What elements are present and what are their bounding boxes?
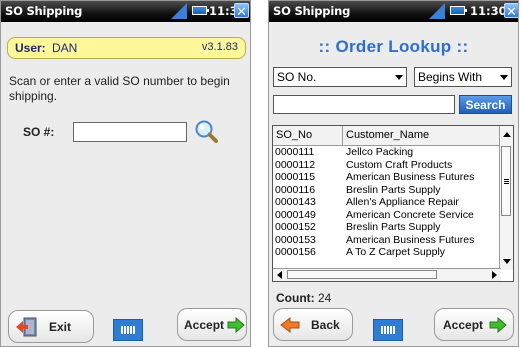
results-grid: SO_No Customer_Name 0000111 Jellco Packin… [272, 125, 514, 282]
table-row[interactable]: 0000116 Breslin Parts Supply [273, 184, 501, 197]
shipping-screen: SO Shipping 11:30 ✕ User: DAN v3.1.83 Sc… [0, 0, 251, 347]
so-number-label: SO #: [23, 125, 55, 139]
column-header-customer-name[interactable]: Customer_Name [346, 129, 429, 141]
customer-name-cell: Allen's Appliance Repair [346, 196, 459, 208]
so-number-cell: 0000149 [275, 208, 316, 221]
green-right-arrow-icon [489, 317, 507, 333]
scroll-down-icon[interactable] [503, 259, 511, 264]
scroll-up-icon[interactable] [503, 132, 511, 137]
scroll-thumb[interactable] [287, 270, 437, 279]
instructions: Scan or enter a valid SO number to begin… [9, 74, 230, 103]
page-title: :: Order Lookup :: [318, 37, 469, 56]
field-select-value: SO No. [277, 70, 317, 84]
count-label: Count: [276, 291, 315, 305]
customer-name-cell: American Concrete Service [346, 208, 474, 221]
keyboard-icon[interactable] [373, 319, 403, 341]
exit-door-icon [16, 317, 37, 337]
user-label: User: [15, 41, 46, 55]
so-number-cell: 0000116 [275, 183, 316, 196]
scroll-left-icon[interactable] [277, 271, 282, 279]
result-count: Count: 24 [276, 291, 331, 305]
customer-name-cell: Custom Craft Products [346, 158, 453, 171]
grid-header: SO_No Customer_Name [273, 126, 501, 146]
app-title: SO Shipping [273, 4, 351, 18]
user-bar: User: DAN v3.1.83 [7, 37, 246, 59]
customer-name-cell: Breslin Parts Supply [346, 221, 441, 233]
search-button[interactable]: Search [459, 95, 512, 114]
table-row[interactable]: 0000156 A To Z Carpet Supply [273, 246, 501, 259]
so-number-cell: 0000156 [275, 246, 316, 258]
table-row[interactable]: 0000115 American Business Futures [273, 171, 501, 184]
status-bar: SO Shipping 11:30 ✕ [269, 1, 518, 22]
close-icon[interactable]: ✕ [504, 3, 518, 19]
keyboard-icon[interactable] [113, 319, 143, 341]
status-bar: SO Shipping 11:30 ✕ [1, 1, 250, 22]
scroll-thumb[interactable] [501, 146, 511, 216]
so-number-cell: 0000111 [275, 146, 315, 158]
so-number-cell: 0000143 [275, 196, 316, 208]
so-number-cell: 0000112 [275, 158, 316, 171]
app-title: SO Shipping [5, 4, 83, 18]
customer-name-cell: American Business Futures [346, 233, 475, 246]
grid-rows: 0000111 Jellco Packing 0000112 Custom Craft… [273, 146, 501, 259]
table-row[interactable]: 0000149 American Concrete Service [273, 209, 501, 222]
version-label: v3.1.83 [201, 41, 238, 53]
table-row[interactable]: 0000111 Jellco Packing [273, 146, 501, 159]
customer-name-cell: Breslin Parts Supply [346, 183, 441, 196]
battery-icon [450, 6, 467, 15]
so-number-cell: 0000152 [275, 221, 316, 233]
field-select[interactable]: SO No. [273, 67, 407, 87]
magnifier-icon[interactable] [193, 119, 219, 145]
table-row[interactable]: 0000152 Breslin Parts Supply [273, 221, 501, 234]
horizontal-scrollbar[interactable] [273, 268, 501, 281]
table-row[interactable]: 0000153 American Business Futures [273, 234, 501, 247]
orange-left-arrow-icon [280, 317, 300, 333]
accept-button[interactable]: Accept [434, 308, 514, 341]
order-lookup-screen: SO Shipping 11:30 ✕ :: Order Lookup :: S… [268, 0, 519, 347]
table-row[interactable]: 0000143 Allen's Appliance Repair [273, 196, 501, 209]
table-row[interactable]: 0000112 Custom Craft Products [273, 159, 501, 172]
accept-label: Accept [443, 318, 484, 332]
customer-name-cell: American Business Futures [346, 171, 475, 183]
accept-label: Accept [184, 318, 225, 332]
customer-name-cell: A To Z Carpet Supply [346, 246, 446, 258]
exit-button[interactable]: Exit [8, 310, 94, 343]
match-select-value: Begins With [418, 70, 483, 84]
clock: 11:30 [470, 4, 507, 18]
customer-name-cell: Jellco Packing [346, 146, 414, 158]
close-icon[interactable]: ✕ [234, 3, 249, 19]
user-name: DAN [52, 41, 78, 55]
battery-icon [192, 6, 209, 15]
back-label: Back [311, 318, 340, 332]
chevron-down-icon [395, 75, 403, 80]
so-number-cell: 0000153 [275, 233, 316, 246]
signal-icon [171, 3, 187, 19]
so-number-input[interactable] [73, 122, 187, 142]
accept-button[interactable]: Accept [177, 308, 247, 341]
signal-icon [429, 3, 445, 19]
so-number-cell: 0000115 [275, 171, 316, 183]
chevron-down-icon [500, 75, 508, 80]
green-right-arrow-icon [227, 317, 245, 333]
column-header-so-no[interactable]: SO_No [276, 129, 312, 141]
search-input[interactable] [273, 95, 455, 114]
match-select[interactable]: Begins With [414, 67, 512, 87]
back-button[interactable]: Back [273, 308, 353, 341]
vertical-scrollbar[interactable] [499, 126, 513, 270]
exit-label: Exit [49, 320, 72, 334]
scroll-right-icon[interactable] [492, 271, 497, 279]
count-value: 24 [318, 291, 332, 305]
